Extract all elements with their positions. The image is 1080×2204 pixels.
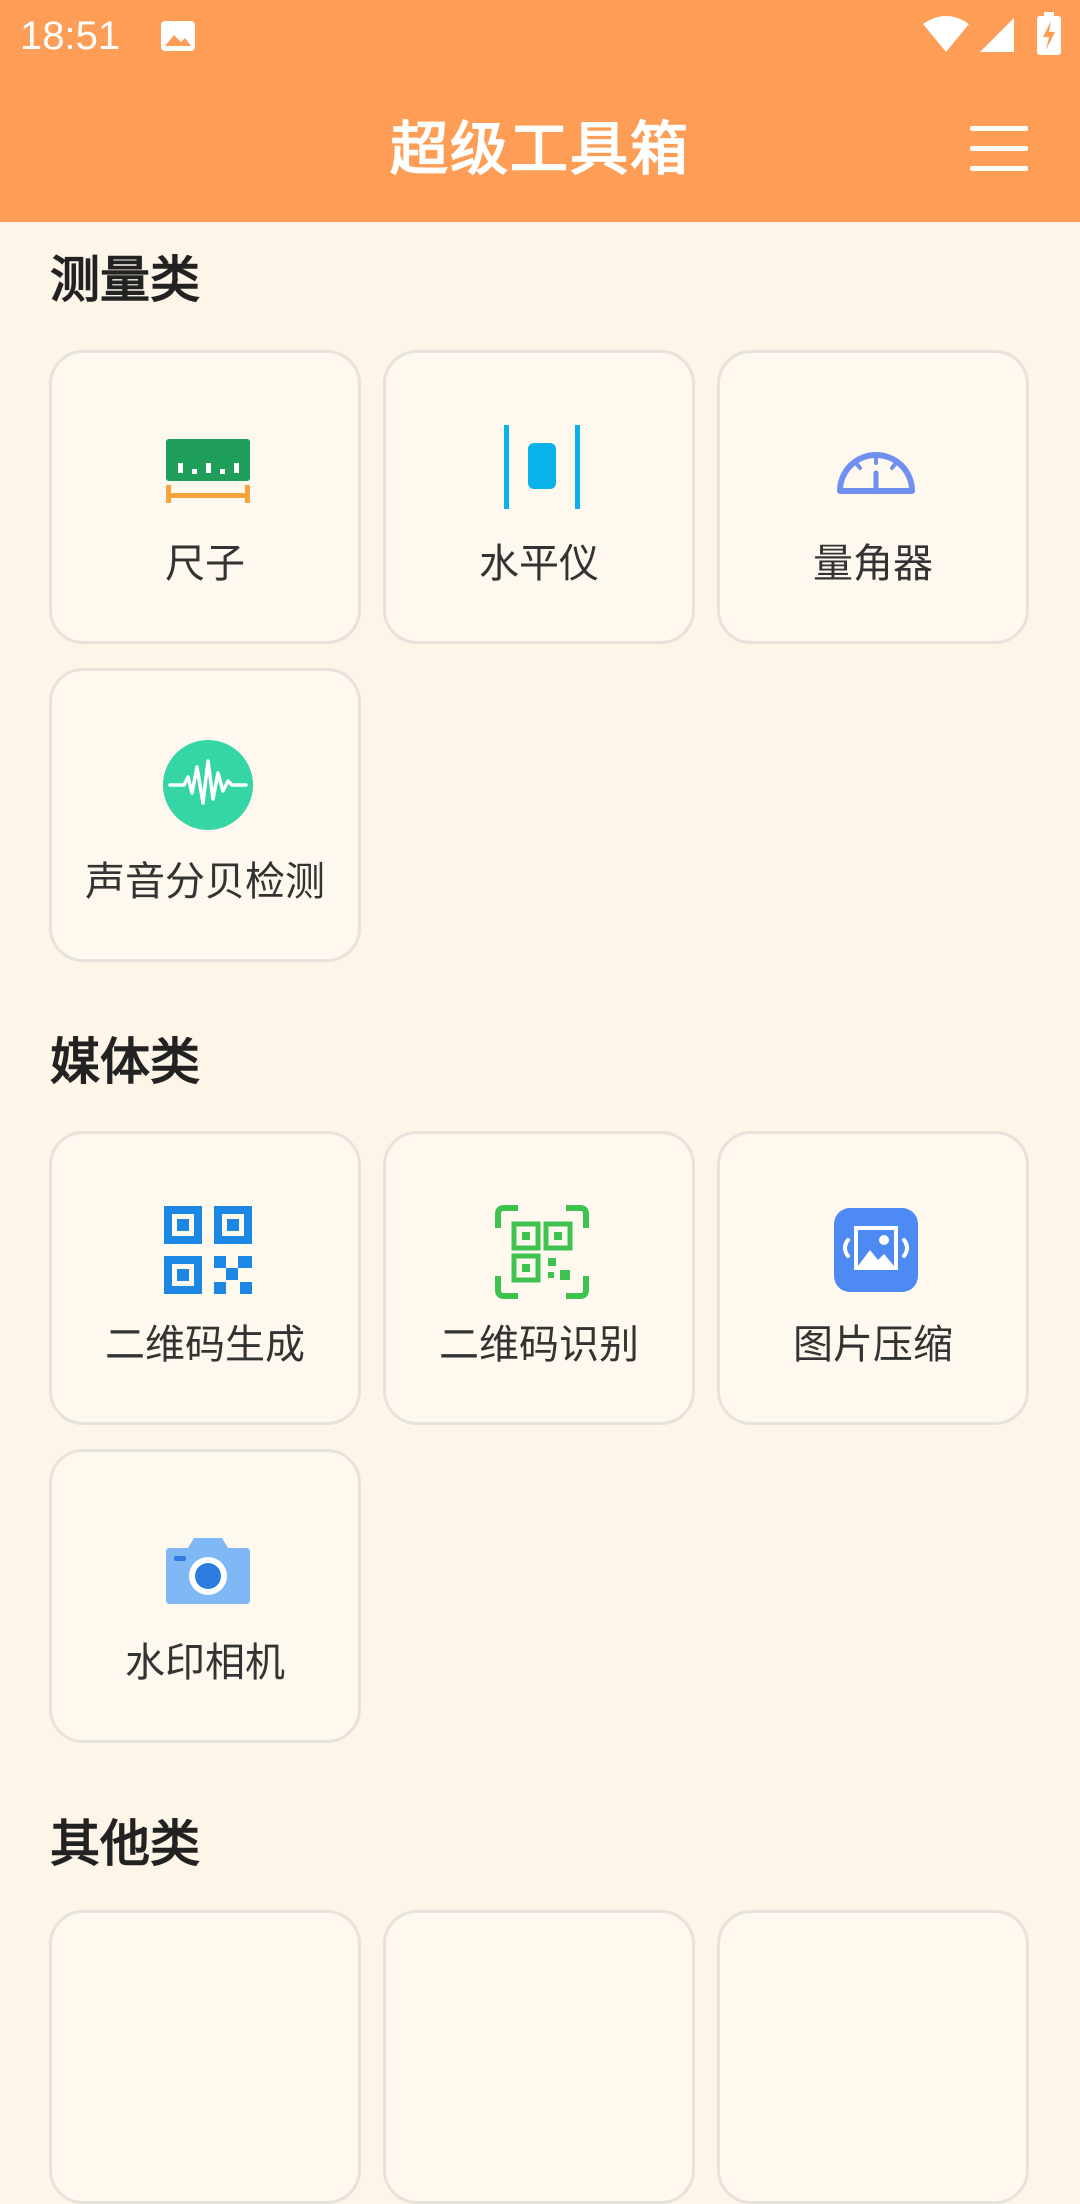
tool-card-watermark-camera[interactable]: 水印相机 — [49, 1449, 361, 1743]
wifi-icon — [923, 16, 969, 52]
ruler-icon — [166, 439, 250, 503]
tool-card-other[interactable] — [717, 1910, 1029, 2204]
qr-code-icon — [164, 1206, 252, 1294]
tool-label: 图片压缩 — [793, 1322, 953, 1368]
qr-scan-icon — [495, 1205, 589, 1299]
section-title-others: 其他类 — [50, 1815, 200, 1873]
app-title: 超级工具箱 — [389, 115, 690, 183]
menu-button[interactable] — [960, 118, 1036, 178]
tool-card-other[interactable] — [49, 1910, 361, 2204]
tool-card-qr-generate[interactable]: 二维码生成 — [49, 1131, 361, 1425]
tool-label: 二维码生成 — [105, 1322, 305, 1368]
battery-charging-icon — [1037, 12, 1061, 55]
tool-card-decibel-meter[interactable]: 声音分贝检测 — [49, 668, 361, 962]
tool-card-qr-scan[interactable]: 二维码识别 — [383, 1131, 695, 1425]
sound-wave-icon — [163, 740, 253, 830]
image-compress-icon — [834, 1208, 918, 1292]
spirit-level-icon — [504, 425, 580, 509]
section-title-measure: 测量类 — [50, 251, 200, 309]
hamburger-menu-icon — [970, 166, 1028, 171]
gallery-icon — [161, 21, 195, 51]
app-bar: 超级工具箱 — [0, 72, 1080, 222]
tool-card-ruler[interactable]: 尺子 — [49, 350, 361, 644]
section-title-media: 媒体类 — [50, 1033, 200, 1091]
tool-card-other[interactable] — [383, 1910, 695, 2204]
protractor-icon — [837, 452, 915, 494]
signal-icon — [980, 18, 1014, 52]
tool-label: 水印相机 — [125, 1640, 285, 1686]
status-time: 18:51 — [20, 14, 121, 58]
hamburger-menu-icon — [970, 146, 1028, 151]
tool-label: 二维码识别 — [439, 1322, 639, 1368]
status-bar: 18:51 — [0, 0, 1080, 72]
tool-label: 声音分贝检测 — [85, 859, 325, 905]
tool-label: 尺子 — [165, 541, 245, 587]
hamburger-menu-icon — [970, 126, 1028, 131]
tool-card-spirit-level[interactable]: 水平仪 — [383, 350, 695, 644]
tool-label: 水平仪 — [479, 541, 599, 587]
tool-card-protractor[interactable]: 量角器 — [717, 350, 1029, 644]
tool-label: 量角器 — [813, 541, 933, 587]
tool-card-image-compress[interactable]: 图片压缩 — [717, 1131, 1029, 1425]
camera-icon — [166, 1538, 250, 1604]
